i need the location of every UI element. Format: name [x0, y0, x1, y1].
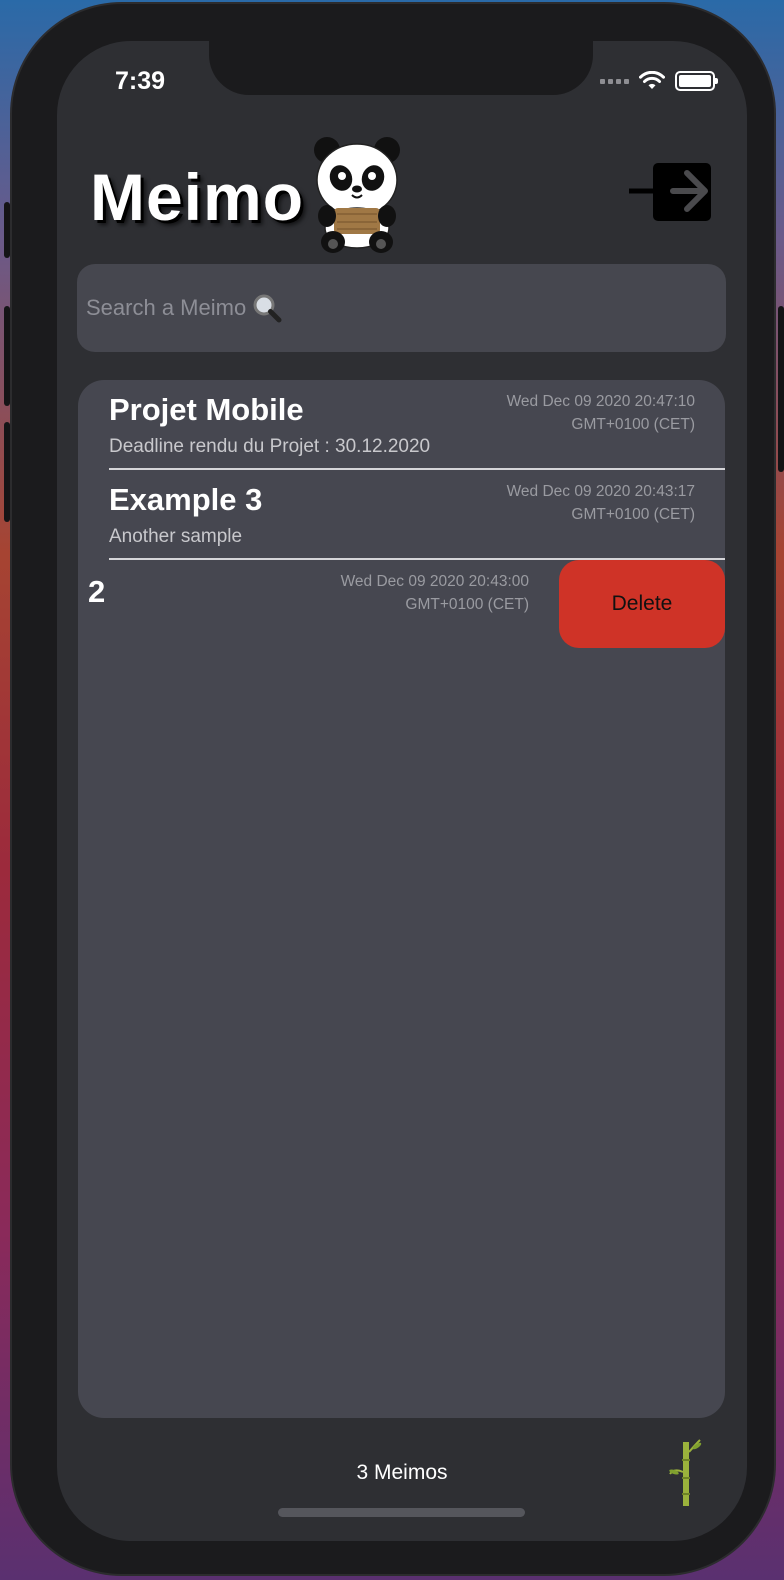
volume-up-button — [4, 306, 10, 406]
search-placeholder: Search a Meimo — [86, 295, 247, 320]
memo-row[interactable]: Example 3 Another sample Wed Dec 09 2020… — [78, 470, 725, 560]
memo-title: Example 3 — [109, 482, 263, 517]
status-time: 7:39 — [115, 67, 166, 95]
memo-row[interactable]: Projet Mobile Deadline rendu du Projet :… — [78, 380, 725, 470]
memo-list: Projet Mobile Deadline rendu du Projet :… — [78, 380, 725, 1418]
home-indicator[interactable] — [278, 1508, 525, 1517]
cellular-signal-icon — [600, 78, 629, 84]
memo-date: Wed Dec 09 2020 20:47:10 GMT+0100 (CET) — [435, 390, 695, 436]
memo-date-timezone: GMT+0100 (CET) — [571, 416, 695, 433]
notch — [209, 41, 593, 95]
battery-icon — [675, 71, 718, 91]
panda-icon — [314, 137, 400, 253]
logout-arrow-icon[interactable] — [627, 161, 713, 225]
memo-date-timezone: GMT+0100 (CET) — [405, 596, 529, 613]
memo-row-swiped[interactable]: 2 Wed Dec 09 2020 20:43:00 GMT+0100 (CET… — [78, 560, 725, 650]
memo-subtitle: Another sample — [109, 526, 243, 547]
wifi-icon — [639, 71, 665, 89]
magnifier-icon — [253, 294, 282, 323]
status-icons — [600, 71, 718, 91]
memo-title: Projet Mobile — [109, 392, 304, 427]
delete-button[interactable]: Delete — [559, 560, 725, 648]
silent-switch — [4, 202, 10, 258]
memo-count: 3 Meimos — [356, 1461, 448, 1484]
memo-date: Wed Dec 09 2020 20:43:00 GMT+0100 (CET) — [269, 570, 529, 616]
search-input[interactable]: Search a Meimo — [77, 264, 726, 352]
memo-date-line: Wed Dec 09 2020 20:43:17 — [506, 483, 695, 500]
app-title: Meimo — [90, 160, 305, 234]
bamboo-icon[interactable] — [668, 1438, 704, 1508]
volume-down-button — [4, 422, 10, 522]
power-button — [778, 306, 784, 472]
app-screen: 7:39 Meimo Search a Meimo Projet Mobile … — [57, 41, 747, 1541]
memo-date-timezone: GMT+0100 (CET) — [571, 506, 695, 523]
memo-subtitle: Deadline rendu du Projet : 30.12.2020 — [109, 436, 431, 457]
phone-frame: 7:39 Meimo Search a Meimo Projet Mobile … — [4, 4, 784, 1574]
memo-date-line: Wed Dec 09 2020 20:47:10 — [506, 393, 695, 410]
memo-date-line: Wed Dec 09 2020 20:43:00 — [340, 573, 529, 590]
memo-date: Wed Dec 09 2020 20:43:17 GMT+0100 (CET) — [435, 480, 695, 526]
memo-title: 2 — [88, 574, 106, 609]
